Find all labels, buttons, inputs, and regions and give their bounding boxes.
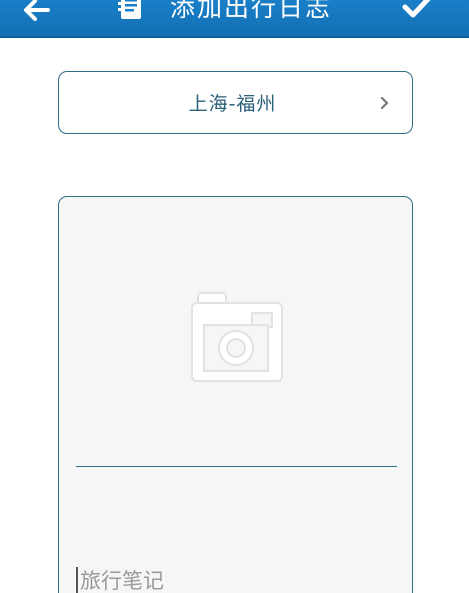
page-title: 添加出行日志: [170, 0, 333, 22]
back-button[interactable]: [18, 0, 58, 28]
journal-entry-card: [58, 196, 413, 593]
confirm-button[interactable]: [400, 0, 434, 22]
document-icon: [118, 0, 141, 19]
divider: [76, 466, 397, 467]
screen: 添加出行日志 上海-福州: [0, 0, 469, 593]
app-bar: 添加出行日志: [0, 0, 469, 38]
add-photo-button[interactable]: [190, 289, 284, 385]
route-label: 上海-福州: [188, 93, 277, 115]
camera-icon: [191, 292, 283, 382]
travel-notes-input[interactable]: [76, 567, 390, 593]
route-selector[interactable]: 上海-福州: [58, 71, 413, 134]
chevron-right-icon: [380, 96, 389, 110]
title-group: 添加出行日志: [118, 0, 332, 24]
arrow-left-icon: [24, 0, 50, 21]
checkmark-icon: [402, 0, 431, 18]
